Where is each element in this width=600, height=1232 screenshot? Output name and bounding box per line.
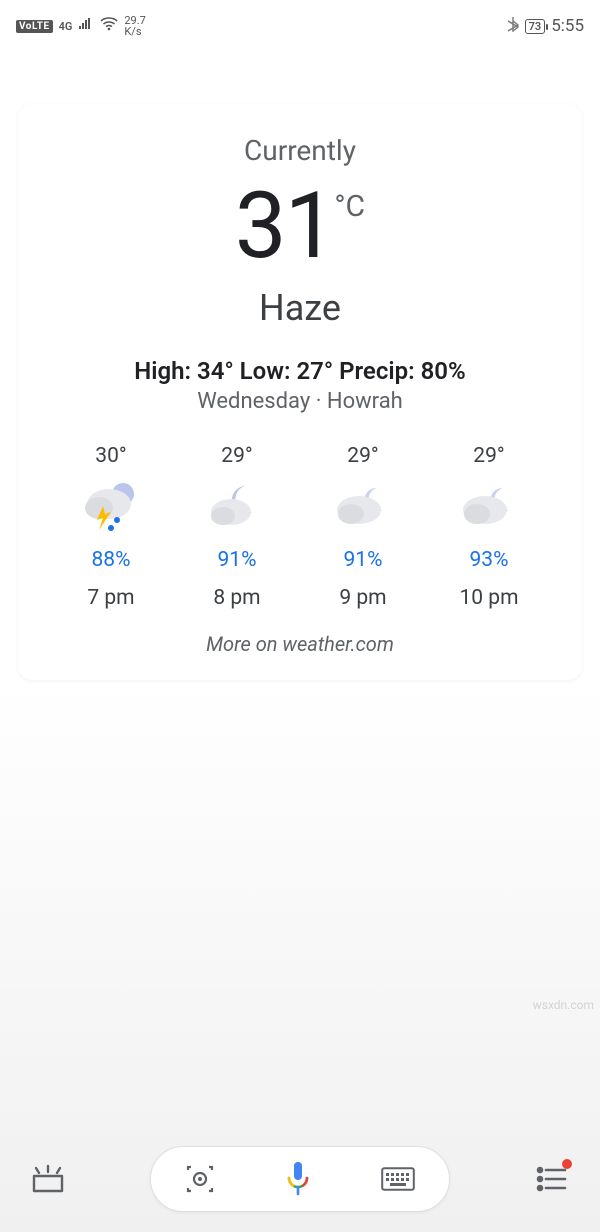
high-low-precip: High: 34° Low: 27° Precip: 80% [42, 357, 558, 385]
hour-temp: 29° [221, 444, 252, 468]
hour-temp: 29° [347, 444, 378, 468]
weather-card[interactable]: Currently 31 °C Haze High: 34° Low: 27° … [18, 104, 582, 680]
watermark: wsxdn.com [533, 998, 594, 1012]
hour-slot-0[interactable]: 30° 88% 7 pm [48, 444, 174, 610]
hour-precip: 91% [344, 548, 383, 572]
network-4g-label: 4G [59, 20, 73, 33]
hour-precip: 91% [218, 548, 257, 572]
hour-precip: 93% [470, 548, 509, 572]
hour-slot-3[interactable]: 29° 93% 10 pm [426, 444, 552, 610]
recent-list-button[interactable] [530, 1157, 574, 1201]
condition-label: Haze [42, 287, 558, 329]
notification-dot-icon [562, 1159, 572, 1169]
volte-badge: VoLTE [16, 20, 53, 33]
rate-bot: K/s [124, 26, 145, 37]
status-right: 73 5:55 [507, 16, 584, 36]
hourly-forecast: 30° 88% 7 pm 29° [48, 444, 552, 610]
cloud-night-icon [457, 478, 521, 532]
temp-unit: °C [334, 189, 365, 224]
updates-button[interactable] [26, 1157, 70, 1201]
hour-slot-2[interactable]: 29° 91% 9 pm [300, 444, 426, 610]
hour-time: 8 pm [213, 586, 260, 610]
status-bar: VoLTE 4G 29.7 K/s 73 5:55 [0, 0, 600, 44]
wifi-icon [100, 17, 118, 35]
battery-indicator: 73 [525, 19, 546, 34]
lens-button[interactable] [185, 1164, 215, 1194]
keyboard-button[interactable] [381, 1167, 415, 1191]
hour-temp: 30° [95, 444, 126, 468]
bluetooth-icon [507, 16, 519, 36]
storm-icon [79, 478, 143, 532]
status-left: VoLTE 4G 29.7 K/s [16, 15, 146, 37]
bottom-bar [0, 1146, 600, 1212]
temp-value: 31 [235, 181, 334, 273]
hour-time: 7 pm [87, 586, 134, 610]
network-rate: 29.7 K/s [124, 15, 145, 37]
voice-mic-button[interactable] [283, 1160, 313, 1198]
current-temp: 31 °C [42, 181, 558, 273]
hour-slot-1[interactable]: 29° 91% 8 pm [174, 444, 300, 610]
clock: 5:55 [551, 16, 584, 36]
assistant-pill [150, 1146, 450, 1212]
day-location: Wednesday · Howrah [42, 389, 558, 414]
currently-label: Currently [42, 134, 558, 167]
hour-time: 10 pm [459, 586, 518, 610]
more-weather-link[interactable]: More on weather.com [42, 632, 558, 656]
cloud-night-icon [331, 478, 395, 532]
hour-time: 9 pm [339, 586, 386, 610]
hour-precip: 88% [92, 548, 131, 572]
night-cloud-icon [205, 478, 269, 532]
hour-temp: 29° [473, 444, 504, 468]
signal-icon [78, 17, 94, 35]
